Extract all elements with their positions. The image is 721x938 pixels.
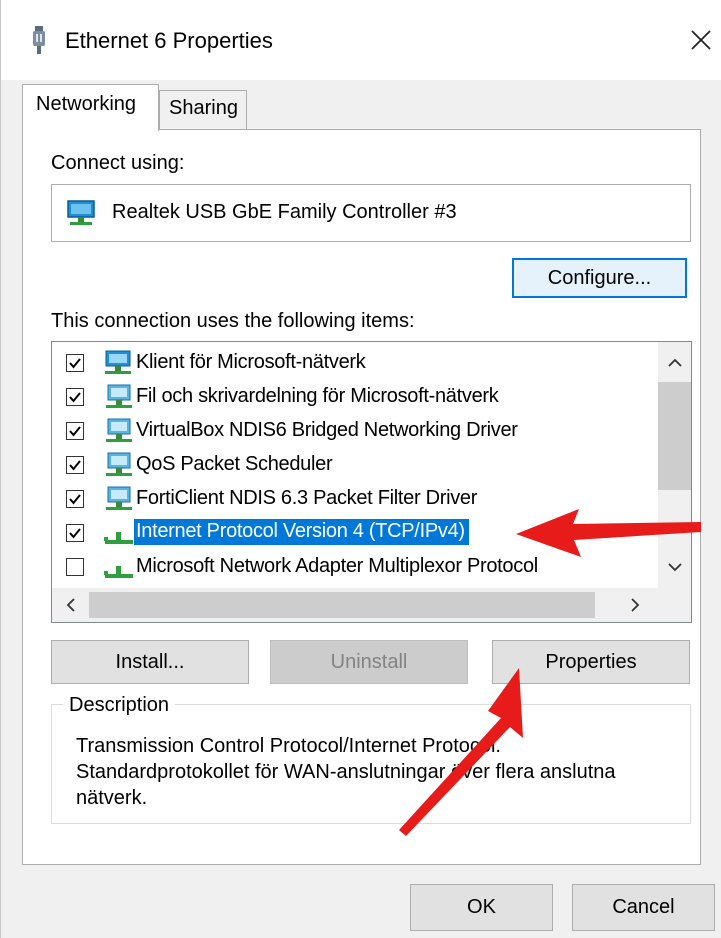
item-label: Klient för Microsoft-nätverk <box>136 351 366 373</box>
item-checkbox[interactable] <box>66 524 84 542</box>
items-list[interactable]: Klient för Microsoft-nätverk Fil och skr… <box>51 341 692 623</box>
network-service-icon <box>102 486 134 517</box>
scroll-up-icon[interactable] <box>664 352 686 374</box>
network-service-icon <box>102 452 134 483</box>
description-text: Transmission Control Protocol/Internet P… <box>76 735 616 809</box>
properties-dialog: Ethernet 6 Properties Networking Sharing… <box>0 0 721 938</box>
item-label: VirtualBox NDIS6 Bridged Networking Driv… <box>136 419 518 441</box>
list-item-selected[interactable]: Internet Protocol Version 4 (TCP/IPv4) <box>52 516 662 550</box>
item-checkbox[interactable] <box>66 456 84 474</box>
description-title: Description <box>63 694 176 717</box>
network-client-icon <box>102 350 134 381</box>
list-item[interactable]: QoS Packet Scheduler <box>52 448 662 482</box>
item-checkbox[interactable] <box>66 422 84 440</box>
network-service-icon <box>102 384 134 415</box>
scroll-left-icon[interactable] <box>60 594 82 616</box>
protocol-icon <box>102 520 134 551</box>
item-label: Microsoft Network Adapter Multiplexor Pr… <box>136 555 538 577</box>
properties-button[interactable]: Properties <box>492 640 690 684</box>
list-item[interactable]: Microsoft Network Adapter Multiplexor Pr… <box>52 550 662 584</box>
item-label: Fil och skrivardelning för Microsoft-nät… <box>136 385 499 407</box>
item-label: Internet Protocol Version 4 (TCP/IPv4) <box>134 519 469 545</box>
item-checkbox[interactable] <box>66 558 84 576</box>
list-item[interactable]: FortiClient NDIS 6.3 Packet Filter Drive… <box>52 482 662 516</box>
network-adapter-icon <box>66 199 98 232</box>
network-service-icon <box>102 418 134 449</box>
connect-using-label: Connect using: <box>51 152 185 174</box>
adapter-name: Realtek USB GbE Family Controller #3 <box>112 201 457 223</box>
vertical-scroll-thumb[interactable] <box>658 382 691 490</box>
item-checkbox[interactable] <box>66 354 84 372</box>
list-item[interactable]: Klient för Microsoft-nätverk <box>52 346 662 380</box>
adapter-field: Realtek USB GbE Family Controller #3 <box>51 184 691 242</box>
item-checkbox[interactable] <box>66 490 84 508</box>
uninstall-button: Uninstall <box>270 640 468 684</box>
item-label: QoS Packet Scheduler <box>136 453 333 475</box>
horizontal-scroll-thumb[interactable] <box>89 592 595 618</box>
list-item[interactable]: Fil och skrivardelning för Microsoft-nät… <box>52 380 662 414</box>
cancel-button[interactable]: Cancel <box>572 884 715 931</box>
configure-button[interactable]: Configure... <box>512 258 687 298</box>
scroll-right-icon[interactable] <box>624 594 646 616</box>
scroll-down-icon[interactable] <box>664 556 686 578</box>
items-label: This connection uses the following items… <box>51 310 415 332</box>
item-checkbox[interactable] <box>66 388 84 406</box>
ok-button[interactable]: OK <box>410 884 553 931</box>
list-item[interactable]: VirtualBox NDIS6 Bridged Networking Driv… <box>52 414 662 448</box>
install-button[interactable]: Install... <box>51 640 249 684</box>
item-label: FortiClient NDIS 6.3 Packet Filter Drive… <box>136 487 478 509</box>
protocol-icon <box>102 554 134 585</box>
